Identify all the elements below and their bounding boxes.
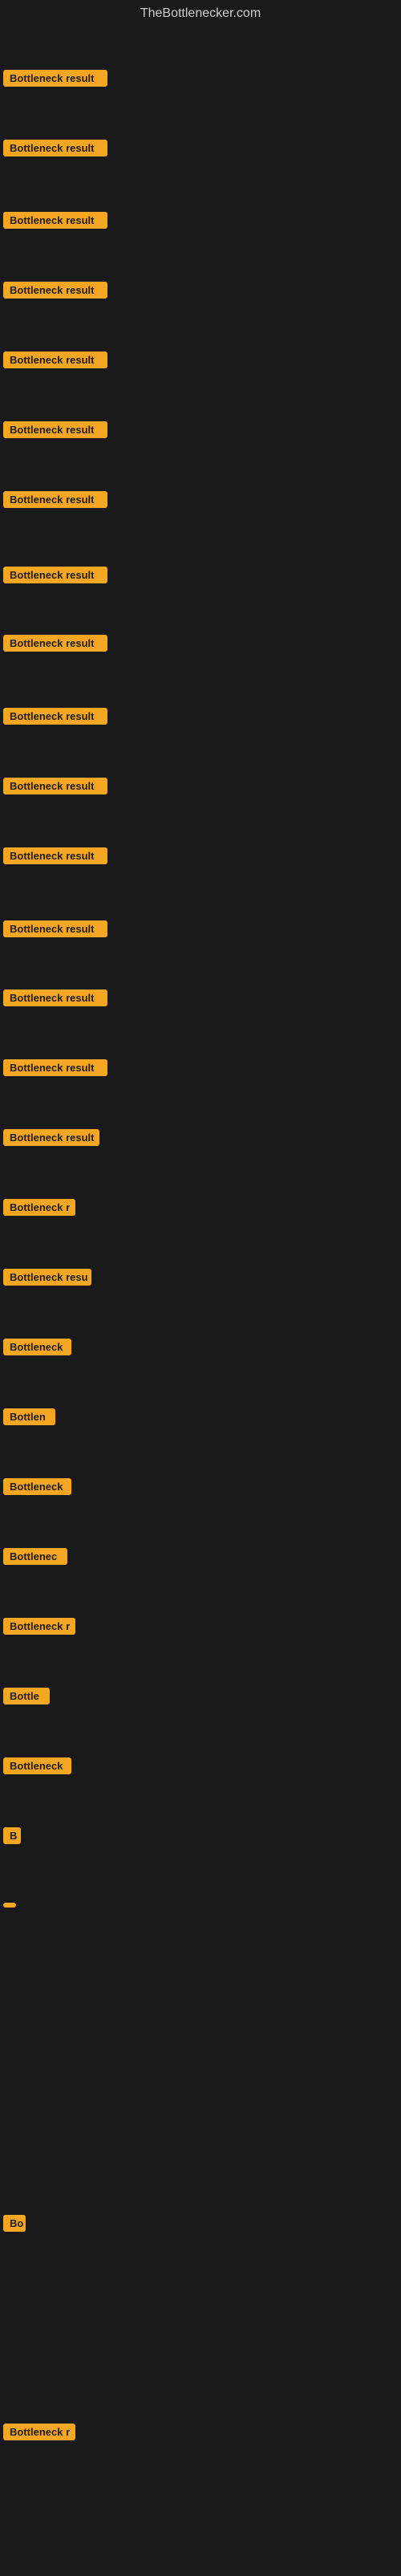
result-row-28: Bo [3, 2215, 26, 2236]
bottleneck-badge-14[interactable]: Bottleneck result [3, 989, 107, 1006]
bottleneck-badge-25[interactable]: Bottleneck [3, 1757, 71, 1774]
result-row-12: Bottleneck result [3, 847, 107, 868]
result-row-1: Bottleneck result [3, 70, 107, 91]
bottleneck-badge-21[interactable]: Bottleneck [3, 1478, 71, 1495]
bottleneck-badge-24[interactable]: Bottle [3, 1688, 50, 1704]
bottleneck-badge-29[interactable]: Bottleneck r [3, 2424, 75, 2440]
bottleneck-badge-23[interactable]: Bottleneck r [3, 1618, 75, 1635]
result-row-19: Bottleneck [3, 1339, 71, 1359]
result-row-11: Bottleneck result [3, 778, 107, 798]
bottleneck-badge-5[interactable]: Bottleneck result [3, 351, 107, 368]
result-row-26: B [3, 1827, 21, 1848]
result-row-27 [3, 1897, 16, 1912]
bottleneck-badge-26[interactable]: B [3, 1827, 21, 1844]
result-row-15: Bottleneck result [3, 1059, 107, 1080]
result-row-17: Bottleneck r [3, 1199, 75, 1220]
bottleneck-badge-10[interactable]: Bottleneck result [3, 708, 107, 725]
result-row-8: Bottleneck result [3, 567, 107, 587]
bottleneck-badge-28[interactable]: Bo [3, 2215, 26, 2232]
result-row-23: Bottleneck r [3, 1618, 75, 1639]
bottleneck-badge-17[interactable]: Bottleneck r [3, 1199, 75, 1216]
result-row-7: Bottleneck result [3, 491, 107, 512]
bottleneck-badge-3[interactable]: Bottleneck result [3, 212, 107, 229]
bottleneck-badge-27[interactable] [3, 1903, 16, 1908]
result-row-13: Bottleneck result [3, 920, 107, 941]
bottleneck-badge-13[interactable]: Bottleneck result [3, 920, 107, 937]
bottleneck-badge-1[interactable]: Bottleneck result [3, 70, 107, 87]
bottleneck-badge-2[interactable]: Bottleneck result [3, 140, 107, 156]
bottleneck-badge-16[interactable]: Bottleneck result [3, 1129, 99, 1146]
result-row-29: Bottleneck r [3, 2424, 75, 2444]
result-row-6: Bottleneck result [3, 421, 107, 442]
result-row-3: Bottleneck result [3, 212, 107, 233]
bottleneck-badge-18[interactable]: Bottleneck resu [3, 1269, 91, 1286]
result-row-16: Bottleneck result [3, 1129, 99, 1150]
bottleneck-badge-8[interactable]: Bottleneck result [3, 567, 107, 583]
result-row-22: Bottlenec [3, 1548, 67, 1569]
result-row-25: Bottleneck [3, 1757, 71, 1778]
result-row-4: Bottleneck result [3, 282, 107, 303]
result-row-5: Bottleneck result [3, 351, 107, 372]
bottleneck-badge-4[interactable]: Bottleneck result [3, 282, 107, 299]
result-row-10: Bottleneck result [3, 708, 107, 729]
bottleneck-badge-19[interactable]: Bottleneck [3, 1339, 71, 1355]
result-row-2: Bottleneck result [3, 140, 107, 160]
result-row-18: Bottleneck resu [3, 1269, 91, 1290]
bottleneck-badge-12[interactable]: Bottleneck result [3, 847, 107, 864]
bottleneck-badge-15[interactable]: Bottleneck result [3, 1059, 107, 1076]
result-row-9: Bottleneck result [3, 635, 107, 656]
result-row-21: Bottleneck [3, 1478, 71, 1499]
result-row-24: Bottle [3, 1688, 50, 1709]
bottleneck-badge-9[interactable]: Bottleneck result [3, 635, 107, 652]
bottleneck-badge-20[interactable]: Bottlen [3, 1408, 55, 1425]
bottleneck-badge-22[interactable]: Bottlenec [3, 1548, 67, 1565]
result-row-20: Bottlen [3, 1408, 55, 1429]
bottleneck-badge-6[interactable]: Bottleneck result [3, 421, 107, 438]
bottleneck-badge-7[interactable]: Bottleneck result [3, 491, 107, 508]
result-row-14: Bottleneck result [3, 989, 107, 1010]
site-title: TheBottlenecker.com [0, 0, 401, 24]
bottleneck-badge-11[interactable]: Bottleneck result [3, 778, 107, 794]
